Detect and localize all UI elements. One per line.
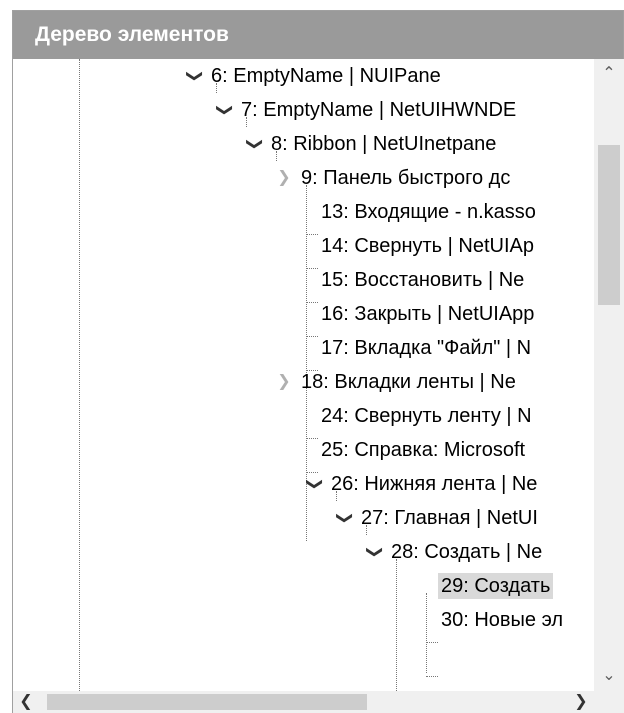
tree-node-label: 14: Свернуть | NetUIAp — [321, 235, 534, 257]
tree-connector — [306, 302, 318, 303]
tree-node[interactable]: ❯ 26: Нижняя лента | Ne — [306, 467, 540, 501]
tree-node[interactable]: ❯ 8: Ribbon | NetUInetpane — [246, 127, 499, 161]
tree-node-label: 28: Создать | Ne — [391, 541, 543, 563]
tree-connector — [306, 438, 318, 439]
tree-node-label: 8: Ribbon | NetUInetpane — [271, 133, 497, 155]
tree-connector — [426, 676, 438, 677]
tree-node-label: 24: Свернуть ленту | N — [321, 405, 532, 427]
chevron-right-icon[interactable]: ❯ — [568, 691, 594, 713]
tree-node[interactable]: ❯ 18: Вкладки ленты | Ne — [277, 365, 519, 399]
tree-node[interactable]: ❯ 9: Панель быстрого дс — [277, 161, 513, 195]
tree-node-label: 9: Панель быстрого дс — [301, 167, 511, 189]
tree-node-label: 30: Новые эл — [441, 609, 564, 631]
tree-node-label: 27: Главная | NetUI — [361, 507, 538, 529]
panel-title: Дерево элементов — [13, 11, 623, 59]
tree-node[interactable]: 24: Свернуть ленту | N — [318, 399, 535, 433]
chevron-down-icon[interactable]: ❯ — [237, 136, 271, 152]
chevron-left-icon[interactable]: ❮ — [13, 691, 39, 713]
tree-node-label: 17: Вкладка "Файл" | N — [321, 337, 532, 359]
tree-node-label: 13: Входящие - n.kasso — [321, 201, 536, 223]
tree-node-label: 18: Вкладки ленты | Ne — [301, 371, 516, 393]
tree-connector — [79, 59, 80, 691]
tree-connector — [306, 472, 318, 473]
tree-node[interactable]: 13: Входящие - n.kasso — [318, 195, 539, 229]
vertical-scroll-thumb[interactable] — [598, 145, 620, 305]
tree-node[interactable]: 30: Новые эл — [438, 603, 566, 637]
tree-connector — [306, 336, 318, 337]
tree-node[interactable]: ❯ 28: Создать | Ne — [366, 535, 545, 569]
chevron-down-icon[interactable]: ❯ — [297, 476, 331, 492]
chevron-down-icon[interactable]: ❯ — [357, 544, 391, 560]
tree-node-selected[interactable]: 29: Создать — [438, 569, 554, 603]
tree-node[interactable]: ❯ 6: EmptyName | NUIPane — [186, 59, 444, 93]
tree-node-label: 6: EmptyName | NUIPane — [211, 65, 441, 87]
chevron-right-icon[interactable]: ❯ — [276, 365, 292, 399]
chevron-down-icon[interactable]: ❯ — [177, 68, 211, 84]
chevron-up-icon[interactable]: ⌃ — [594, 59, 624, 89]
tree-node[interactable]: 15: Восстановить | Ne — [318, 263, 527, 297]
tree-connector — [426, 642, 438, 643]
element-tree[interactable]: ❯ 6: EmptyName | NUIPane ❯ 7: EmptyName … — [13, 59, 594, 691]
horizontal-scroll-thumb[interactable] — [47, 694, 367, 710]
tree-node-label: 26: Нижняя лента | Ne — [331, 473, 538, 495]
tree-node[interactable]: ❯ 27: Главная | NetUI — [336, 501, 541, 535]
tree-node[interactable]: 17: Вкладка "Файл" | N — [318, 331, 534, 365]
tree-node[interactable]: ❯ 7: EmptyName | NetUIHWNDE — [216, 93, 519, 127]
tree-node[interactable]: 25: Справка: Microsoft — [318, 433, 528, 467]
tree-node-label: 15: Восстановить | Ne — [321, 269, 525, 291]
tree-node-label: 29: Создать — [438, 573, 554, 599]
tree-connector — [396, 559, 397, 691]
horizontal-scrollbar[interactable]: ❮ ❯ — [13, 691, 594, 713]
tree-node-label: 25: Справка: Microsoft — [321, 439, 526, 461]
tree-node-label: 16: Закрыть | NetUIApp — [321, 303, 535, 325]
tree-node[interactable]: 16: Закрыть | NetUIApp — [318, 297, 537, 331]
element-tree-panel: Дерево элементов ❯ 6: EmptyName | NUIPan… — [12, 10, 624, 713]
tree-connector — [306, 234, 318, 235]
tree-node[interactable]: 14: Свернуть | NetUIAp — [318, 229, 537, 263]
vertical-scrollbar[interactable]: ⌃ ⌄ — [594, 59, 624, 691]
tree-node-label: 7: EmptyName | NetUIHWNDE — [241, 99, 517, 121]
chevron-down-icon[interactable]: ⌄ — [594, 661, 624, 691]
chevron-down-icon[interactable]: ❯ — [207, 102, 241, 118]
chevron-right-icon[interactable]: ❯ — [276, 161, 292, 195]
tree-connector — [306, 268, 318, 269]
chevron-down-icon[interactable]: ❯ — [327, 510, 361, 526]
scrollbar-corner — [594, 691, 624, 713]
tree-connector — [426, 593, 427, 673]
